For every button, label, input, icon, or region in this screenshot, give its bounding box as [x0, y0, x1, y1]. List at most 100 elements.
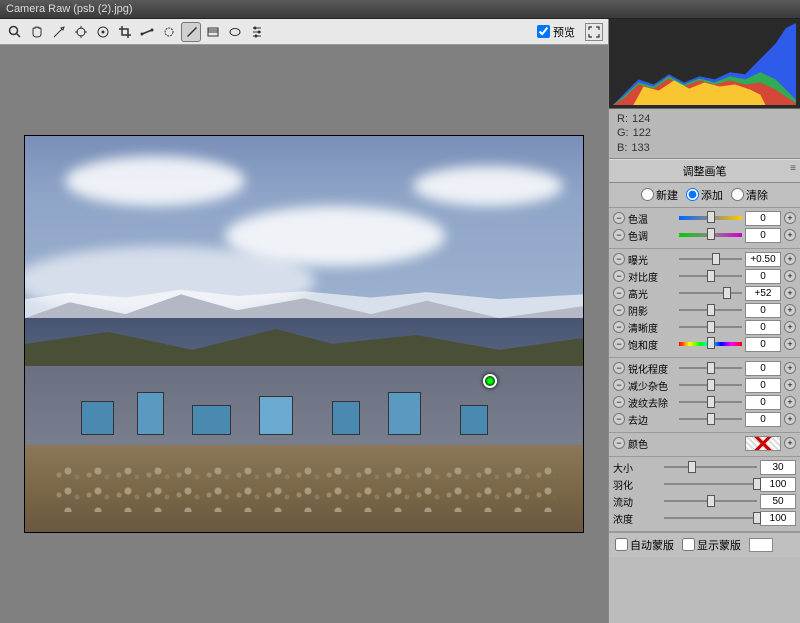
plus-button[interactable]: + — [784, 437, 796, 449]
slider-track[interactable] — [679, 286, 742, 300]
slider-label: 高光 — [628, 286, 676, 301]
slider-size: 大小 — [613, 459, 796, 476]
mode-add[interactable]: 添加 — [686, 187, 723, 203]
slider-track[interactable] — [679, 412, 742, 426]
panel-title: 调整画笔 ≡ — [609, 159, 800, 183]
mode-new[interactable]: 新建 — [641, 187, 678, 203]
plus-button[interactable]: + — [784, 362, 796, 374]
mask-color-swatch[interactable] — [749, 538, 773, 552]
slider-track[interactable] — [679, 252, 742, 266]
slider-track[interactable] — [679, 320, 742, 334]
image-preview[interactable] — [24, 135, 584, 533]
crop-tool[interactable] — [115, 22, 135, 42]
slider-value[interactable] — [745, 252, 781, 267]
slider-value[interactable] — [745, 361, 781, 376]
fullscreen-button[interactable] — [585, 23, 603, 41]
slider-value[interactable] — [745, 269, 781, 284]
slider-track[interactable] — [664, 494, 757, 508]
minus-button[interactable]: − — [613, 437, 625, 449]
brush-mode-row: 新建 添加 清除 — [609, 183, 800, 208]
slider-value[interactable] — [745, 228, 781, 243]
slider-shadows: −阴影+ — [613, 302, 796, 319]
slider-clarity: −清晰度 + — [613, 319, 796, 336]
slider-defringe: −去边 + — [613, 411, 796, 428]
slider-track[interactable] — [679, 228, 742, 242]
plus-button[interactable]: + — [784, 287, 796, 299]
mode-clear[interactable]: 清除 — [731, 187, 768, 203]
minus-button[interactable]: − — [613, 287, 625, 299]
slider-value[interactable] — [745, 303, 781, 318]
spot-removal-tool[interactable] — [159, 22, 179, 42]
slider-exposure: −曝光 + — [613, 251, 796, 268]
slider-track[interactable] — [679, 269, 742, 283]
plus-button[interactable]: + — [784, 229, 796, 241]
plus-button[interactable]: + — [784, 413, 796, 425]
slider-value[interactable] — [745, 211, 781, 226]
slider-value[interactable] — [745, 412, 781, 427]
slider-label: 锐化程度 — [628, 361, 676, 376]
minus-button[interactable]: − — [613, 413, 625, 425]
auto-mask-checkbox[interactable]: 自动蒙版 — [615, 537, 674, 553]
minus-button[interactable]: − — [613, 304, 625, 316]
minus-button[interactable]: − — [613, 396, 625, 408]
plus-button[interactable]: + — [784, 338, 796, 350]
color-swatch[interactable] — [745, 436, 781, 451]
plus-button[interactable]: + — [784, 253, 796, 265]
slider-label: 色温 — [628, 211, 676, 226]
slider-track[interactable] — [679, 303, 742, 317]
minus-button[interactable]: − — [613, 379, 625, 391]
slider-value[interactable] — [745, 320, 781, 335]
histogram[interactable] — [609, 19, 800, 109]
minus-button[interactable]: − — [613, 229, 625, 241]
plus-button[interactable]: + — [784, 270, 796, 282]
slider-track[interactable] — [679, 211, 742, 225]
plus-button[interactable]: + — [784, 304, 796, 316]
slider-value[interactable] — [745, 286, 781, 301]
prefs-tool[interactable] — [247, 22, 267, 42]
radial-filter-tool[interactable] — [225, 22, 245, 42]
slider-track[interactable] — [679, 378, 742, 392]
slider-track[interactable] — [664, 477, 757, 491]
canvas-area[interactable] — [0, 45, 608, 623]
plus-button[interactable]: + — [784, 212, 796, 224]
slider-contrast: −对比度+ — [613, 268, 796, 285]
slider-value[interactable] — [760, 477, 796, 492]
adjustment-brush-tool[interactable] — [181, 22, 201, 42]
slider-label: 清晰度 — [628, 320, 676, 335]
panel-menu-icon[interactable]: ≡ — [790, 163, 796, 174]
minus-button[interactable]: − — [613, 338, 625, 350]
plus-button[interactable]: + — [784, 379, 796, 391]
slider-value[interactable] — [760, 494, 796, 509]
slider-sharpness: −锐化程度 + — [613, 360, 796, 377]
minus-button[interactable]: − — [613, 362, 625, 374]
minus-button[interactable]: − — [613, 321, 625, 333]
slider-value[interactable] — [745, 378, 781, 393]
preview-checkbox[interactable]: 预览 — [537, 24, 575, 40]
slider-value[interactable] — [745, 337, 781, 352]
plus-button[interactable]: + — [784, 396, 796, 408]
white-balance-tool[interactable] — [49, 22, 69, 42]
slider-track[interactable] — [664, 511, 757, 525]
slider-label: 曝光 — [628, 252, 676, 267]
slider-value[interactable] — [745, 395, 781, 410]
plus-button[interactable]: + — [784, 321, 796, 333]
slider-track[interactable] — [679, 395, 742, 409]
adjustment-pin[interactable] — [483, 374, 497, 388]
straighten-tool[interactable] — [137, 22, 157, 42]
slider-track[interactable] — [664, 460, 757, 474]
minus-button[interactable]: − — [613, 270, 625, 282]
slider-value[interactable] — [760, 460, 796, 475]
slider-value[interactable] — [760, 511, 796, 526]
minus-button[interactable]: − — [613, 253, 625, 265]
hand-tool[interactable] — [27, 22, 47, 42]
slider-track[interactable] — [679, 361, 742, 375]
show-mask-checkbox[interactable]: 显示蒙版 — [682, 537, 741, 553]
zoom-tool[interactable] — [5, 22, 25, 42]
slider-track[interactable] — [679, 337, 742, 351]
targeted-adjust-tool[interactable] — [93, 22, 113, 42]
color-sampler-tool[interactable] — [71, 22, 91, 42]
minus-button[interactable]: − — [613, 212, 625, 224]
slider-label: 去边 — [628, 412, 676, 427]
sliders-panel: −色温+−色调+ −曝光+−对比度+−高光+−阴影+−清晰度+−饱和度+ −锐化… — [609, 208, 800, 623]
graduated-filter-tool[interactable] — [203, 22, 223, 42]
